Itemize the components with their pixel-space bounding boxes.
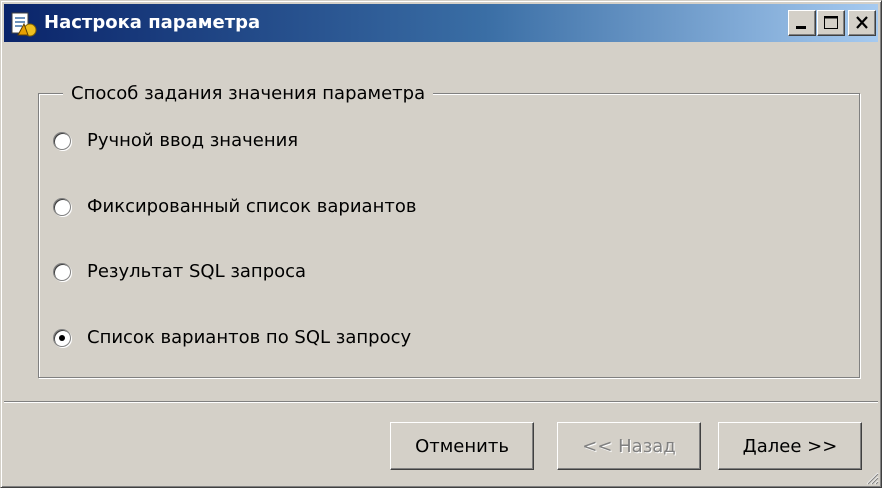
back-button: << Назад <box>557 422 701 470</box>
option-label[interactable]: Фиксированный список вариантов <box>87 194 416 220</box>
groupbox-legend: Способ задания значения параметра <box>63 81 434 107</box>
option-sql-result[interactable]: Результат SQL запроса <box>53 258 306 286</box>
radio-manual-input[interactable] <box>53 132 71 150</box>
minimize-icon <box>796 26 806 29</box>
resize-grip-icon[interactable] <box>863 469 879 485</box>
footer-separator <box>4 401 878 403</box>
option-fixed-list[interactable]: Фиксированный список вариантов <box>53 193 416 221</box>
option-label[interactable]: Список вариантов по SQL запросу <box>87 325 411 351</box>
cancel-button[interactable]: Отменить <box>390 422 534 470</box>
close-icon <box>856 16 868 29</box>
radio-dot <box>59 335 65 341</box>
maximize-icon <box>824 16 838 29</box>
maximize-button[interactable] <box>817 10 845 36</box>
radio-sql-result[interactable] <box>53 263 71 281</box>
option-label[interactable]: Результат SQL запроса <box>87 259 306 285</box>
window-title: Настрока параметра <box>44 12 261 33</box>
close-button[interactable] <box>848 10 876 36</box>
radio-sql-list[interactable] <box>53 329 71 347</box>
radio-fixed-list[interactable] <box>53 198 71 216</box>
next-button[interactable]: Далее >> <box>718 422 862 470</box>
option-sql-list[interactable]: Список вариантов по SQL запросу <box>53 324 411 352</box>
option-label[interactable]: Ручной ввод значения <box>87 128 298 154</box>
app-icon <box>11 12 37 37</box>
minimize-button[interactable] <box>788 10 816 36</box>
option-manual-input[interactable]: Ручной ввод значения <box>53 127 298 155</box>
dialog-window: Настрока параметра Способ задания значен… <box>0 0 882 488</box>
title-bar[interactable]: Настрока параметра <box>4 4 878 42</box>
